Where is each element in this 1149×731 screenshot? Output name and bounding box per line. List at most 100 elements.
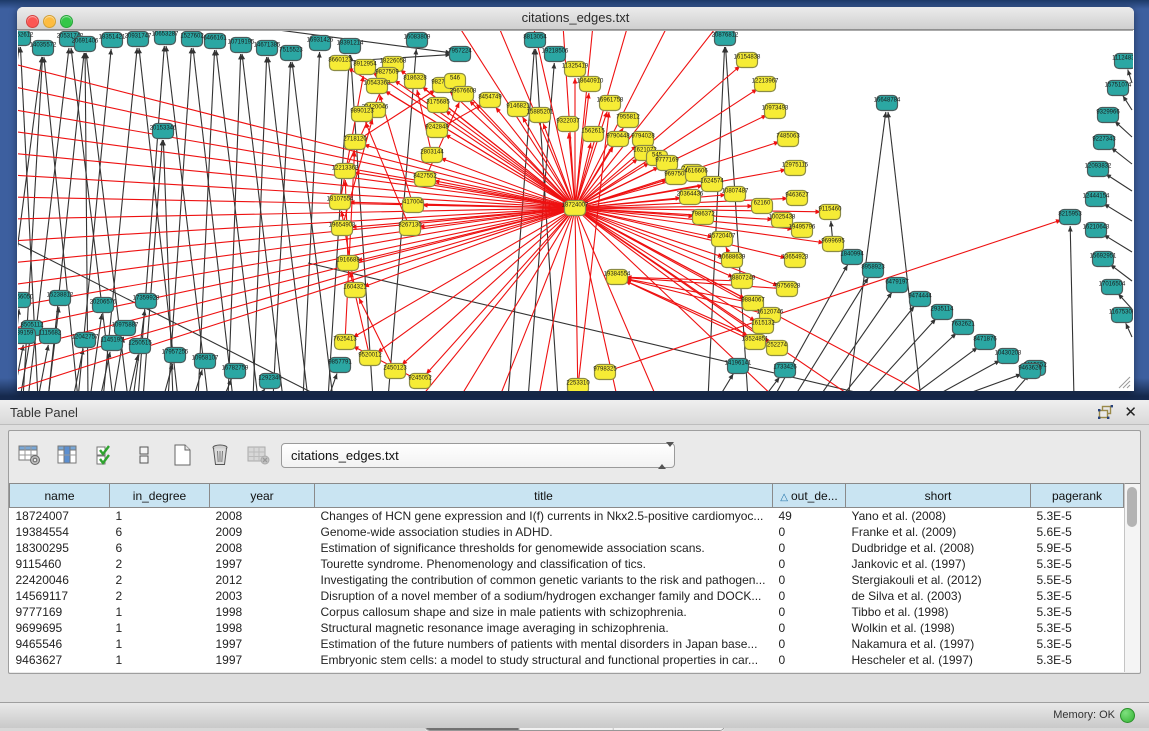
- graph-edge[interactable]: [953, 374, 1022, 391]
- graph-node[interactable]: 1916688: [336, 256, 360, 271]
- graph-node[interactable]: 8454749: [478, 93, 502, 108]
- graph-edge[interactable]: [90, 314, 102, 391]
- graph-node[interactable]: 2450123: [383, 364, 407, 379]
- table-scrollbar[interactable]: [1124, 483, 1140, 672]
- graph-node[interactable]: 20364436: [677, 190, 704, 205]
- graph-node[interactable]: 3175685: [426, 98, 450, 113]
- graph-node[interactable]: 1145195: [101, 336, 125, 351]
- graph-node[interactable]: 16154838: [734, 53, 761, 68]
- graph-node[interactable]: 1292346: [258, 374, 282, 389]
- graph-node[interactable]: 8267130: [398, 221, 422, 236]
- graph-node[interactable]: 19654903: [329, 221, 356, 236]
- graph-node[interactable]: 8427552: [413, 172, 437, 187]
- graph-node[interactable]: 11325419: [562, 62, 589, 77]
- network-view-canvas[interactable]: 1872400720552612140355722053174220691406…: [18, 30, 1133, 391]
- column-header-out_degree[interactable]: △out_de...: [773, 484, 846, 508]
- graph-edge[interactable]: [18, 208, 575, 351]
- table-cell-out_degree[interactable]: 0: [773, 588, 846, 604]
- table-cell-short[interactable]: Hescheler et al. (1997): [846, 652, 1031, 668]
- graph-edge[interactable]: [18, 109, 575, 208]
- table-cell-in_degree[interactable]: 1: [110, 636, 210, 652]
- table-cell-pagerank[interactable]: 5.3E-5: [1031, 508, 1124, 525]
- column-header-pagerank[interactable]: pagerank: [1031, 484, 1124, 508]
- table-cell-title[interactable]: Changes of HCN gene expression and I(f) …: [315, 508, 773, 525]
- graph-node[interactable]: 9777169: [655, 156, 679, 171]
- graph-node[interactable]: 18351421: [99, 33, 126, 48]
- table-cell-out_degree[interactable]: 0: [773, 604, 846, 620]
- graph-node[interactable]: 9227343: [1092, 135, 1116, 150]
- graph-node[interactable]: 12093832: [1085, 162, 1112, 177]
- table-cell-title[interactable]: Tourette syndrome. Phenomenology and cla…: [315, 556, 773, 572]
- graph-node[interactable]: 16648784: [874, 96, 901, 111]
- citation-network-graph[interactable]: 1872400720552612140355722053174220691406…: [18, 31, 1133, 391]
- graph-node[interactable]: 10719195: [228, 38, 255, 53]
- graph-node[interactable]: 2935114: [931, 305, 955, 320]
- graph-node[interactable]: 9322037: [556, 117, 580, 132]
- table-row[interactable]: 977716911998Corpus callosum shape and si…: [10, 604, 1124, 620]
- graph-node[interactable]: 9794028: [631, 132, 655, 147]
- graph-node[interactable]: 16210643: [1083, 223, 1110, 238]
- graph-node[interactable]: 10688639: [719, 253, 746, 268]
- graph-node[interactable]: 7957224: [448, 47, 472, 62]
- graph-node[interactable]: 2253310: [566, 379, 590, 392]
- table-columns-button[interactable]: [53, 440, 83, 470]
- table-cell-title[interactable]: Structural magnetic resonance image aver…: [315, 620, 773, 636]
- table-cell-name[interactable]: 18724007: [10, 508, 110, 525]
- table-cell-in_degree[interactable]: 6: [110, 540, 210, 556]
- graph-edge[interactable]: [292, 62, 333, 391]
- table-cell-pagerank[interactable]: 5.3E-5: [1031, 636, 1124, 652]
- graph-node[interactable]: 252274: [767, 341, 788, 356]
- graph-node[interactable]: 13654923: [782, 253, 809, 268]
- table-cell-short[interactable]: Yano et al. (2008): [846, 508, 1031, 525]
- table-cell-year[interactable]: 1997: [210, 556, 315, 572]
- graph-node[interactable]: 1527602: [180, 32, 204, 47]
- table-cell-title[interactable]: Disruption of a novel member of a sodium…: [315, 588, 773, 604]
- graph-node[interactable]: 8215953: [1058, 210, 1082, 225]
- graph-edge[interactable]: [228, 54, 241, 391]
- graph-node[interactable]: 9115460: [819, 205, 843, 220]
- table-cell-short[interactable]: Wolkin et al. (1998): [846, 620, 1031, 636]
- graph-edge[interactable]: [538, 208, 575, 391]
- table-cell-pagerank[interactable]: 5.3E-5: [1031, 588, 1124, 604]
- table-cell-in_degree[interactable]: 1: [110, 652, 210, 668]
- table-cell-year[interactable]: 2008: [210, 508, 315, 525]
- network-window-titlebar[interactable]: citations_edges.txt: [17, 7, 1134, 30]
- graph-node[interactable]: 12213362: [332, 164, 359, 179]
- table-row[interactable]: 911546021997Tourette syndrome. Phenomeno…: [10, 556, 1124, 572]
- graph-edge[interactable]: [1070, 226, 1074, 391]
- graph-node[interactable]: 8912954: [353, 60, 377, 75]
- graph-node[interactable]: 14196141: [725, 359, 752, 374]
- column-header-year[interactable]: year: [210, 484, 315, 508]
- table-cell-short[interactable]: Stergiakouli et al. (2012): [846, 572, 1031, 588]
- graph-node[interactable]: 1840994: [840, 250, 864, 265]
- column-header-short[interactable]: short: [846, 484, 1031, 508]
- graph-node[interactable]: 6466161: [203, 34, 227, 49]
- graph-edge[interactable]: [18, 208, 575, 307]
- delete-table-button[interactable]: [205, 440, 235, 470]
- graph-node[interactable]: 10958107: [192, 354, 219, 369]
- close-panel-icon[interactable]: ✕: [1124, 403, 1137, 421]
- graph-edge[interactable]: [930, 360, 1000, 391]
- graph-node[interactable]: 18391214: [337, 39, 364, 54]
- graph-node[interactable]: 16782759: [222, 364, 249, 379]
- graph-node[interactable]: 25266050: [18, 293, 34, 308]
- graph-edge[interactable]: [168, 48, 191, 391]
- table-cell-title[interactable]: Estimation of significance thresholds fo…: [315, 540, 773, 556]
- table-source-dropdown[interactable]: citations_edges.txt: [281, 443, 675, 468]
- graph-node[interactable]: 7986372: [691, 210, 715, 225]
- table-cell-name[interactable]: 14569117: [10, 588, 110, 604]
- table-cell-pagerank[interactable]: 5.9E-5: [1031, 540, 1124, 556]
- graph-node[interactable]: 18724007: [562, 201, 589, 216]
- graph-node[interactable]: 12444154: [1083, 192, 1110, 207]
- graph-node[interactable]: 8660123: [328, 56, 352, 71]
- table-cell-title[interactable]: Corpus callosum shape and size in male p…: [315, 604, 773, 620]
- table-cell-year[interactable]: 1997: [210, 636, 315, 652]
- graph-node[interactable]: 16931426: [307, 36, 334, 51]
- graph-node[interactable]: 9699695: [821, 237, 845, 252]
- graph-node[interactable]: 12213967: [752, 77, 779, 92]
- graph-edge[interactable]: [303, 52, 320, 391]
- table-cell-short[interactable]: Nakamura et al. (1997): [846, 636, 1031, 652]
- graph-node[interactable]: 9463626: [1018, 364, 1042, 379]
- graph-node[interactable]: 8471876: [973, 335, 997, 350]
- graph-node[interactable]: 9242848: [425, 123, 449, 138]
